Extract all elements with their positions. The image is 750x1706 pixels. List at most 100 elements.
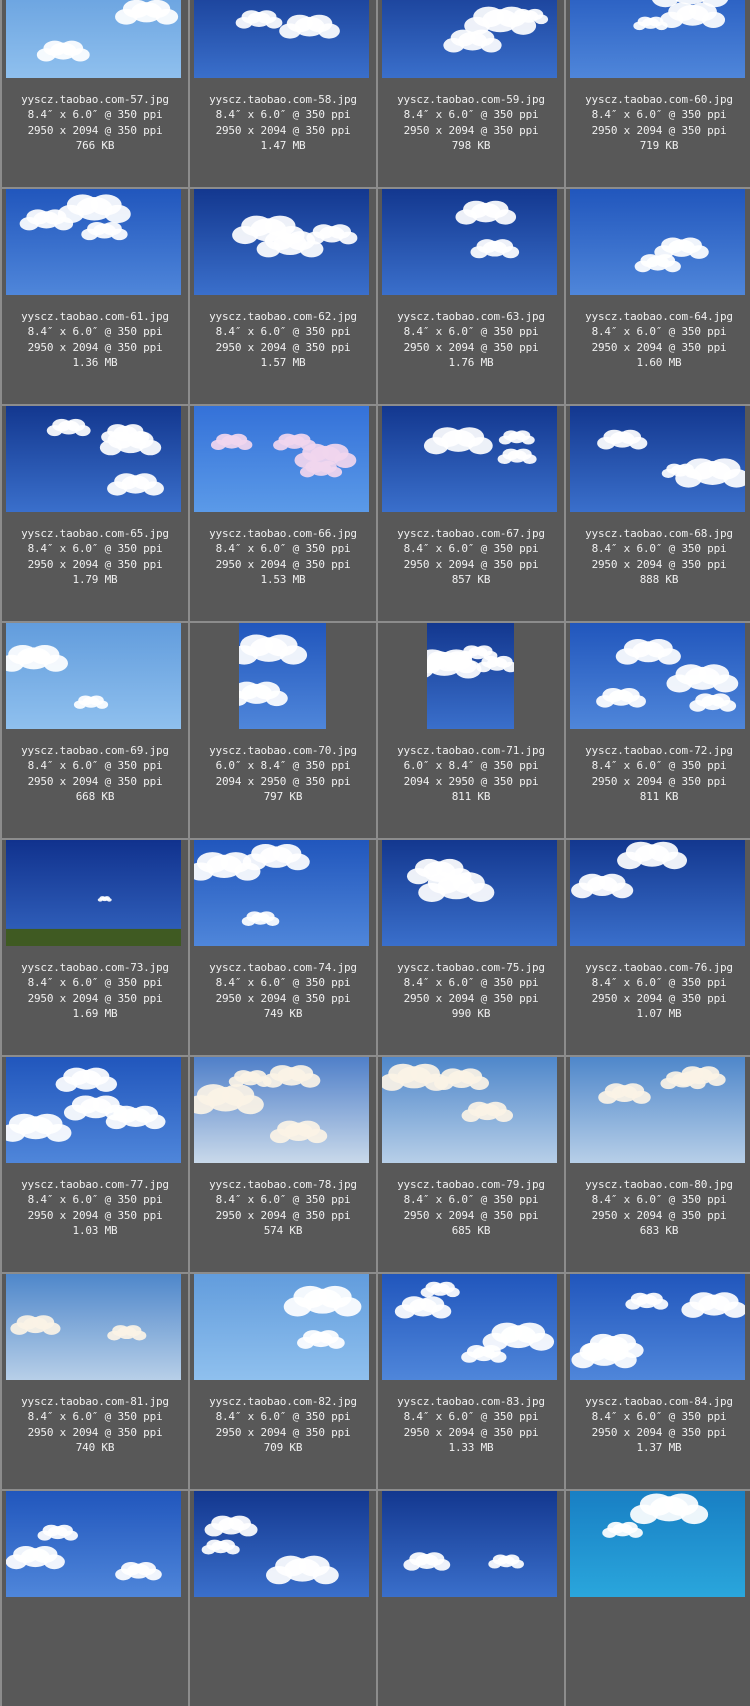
sky-photo-thumbnail[interactable] — [194, 1057, 369, 1163]
file-name — [378, 1611, 564, 1626]
print-size: 8.4″ x 6.0″ @ 350 ppi — [27, 108, 163, 122]
thumbnail-caption: yyscz.taobao.com-70.jpg 6.0″ x 8.4″ @ 350… — [190, 743, 376, 804]
thumbnail-cell[interactable]: yyscz.taobao.com-74.jpg 8.4″ x 6.0″ @ 350… — [190, 840, 376, 1055]
sky-photo-thumbnail[interactable] — [6, 0, 181, 78]
print-size — [566, 1626, 750, 1641]
file-size — [190, 1657, 376, 1672]
thumbnail-cell[interactable]: yyscz.taobao.com-68.jpg 8.4″ x 6.0″ @ 350… — [566, 406, 750, 621]
sky-photo-thumbnail[interactable] — [382, 840, 557, 946]
sky-photo-thumbnail[interactable] — [382, 0, 557, 78]
thumbnail-cell[interactable]: yyscz.taobao.com-78.jpg 8.4″ x 6.0″ @ 350… — [190, 1057, 376, 1272]
sky-photo-thumbnail[interactable] — [570, 406, 745, 512]
file-size: 574 KB — [263, 1223, 303, 1237]
sky-photo-thumbnail[interactable] — [6, 1274, 181, 1380]
sky-photo-thumbnail[interactable] — [194, 0, 369, 78]
thumbnail-cell[interactable]: yyscz.taobao.com-80.jpg 8.4″ x 6.0″ @ 350… — [566, 1057, 750, 1272]
thumbnail-cell[interactable] — [378, 1491, 564, 1706]
thumbnail-cell[interactable]: yyscz.taobao.com-79.jpg 8.4″ x 6.0″ @ 350… — [378, 1057, 564, 1272]
sky-photo-thumbnail[interactable] — [570, 840, 745, 946]
thumbnail-cell[interactable]: yyscz.taobao.com-59.jpg 8.4″ x 6.0″ @ 350… — [378, 0, 564, 187]
thumbnail-cell[interactable]: yyscz.taobao.com-58.jpg 8.4″ x 6.0″ @ 350… — [190, 0, 376, 187]
thumbnail-cell[interactable]: yyscz.taobao.com-83.jpg 8.4″ x 6.0″ @ 350… — [378, 1274, 564, 1489]
sky-photo-thumbnail[interactable] — [6, 623, 181, 729]
thumbnail-cell[interactable]: yyscz.taobao.com-72.jpg 8.4″ x 6.0″ @ 350… — [566, 623, 750, 838]
file-size: 1.57 MB — [260, 355, 306, 369]
thumbnail-caption: yyscz.taobao.com-80.jpg 8.4″ x 6.0″ @ 350… — [566, 1177, 750, 1238]
pixel-dimensions: 2950 x 2094 @ 350 ppi — [591, 1425, 727, 1439]
thumbnail-cell[interactable]: yyscz.taobao.com-71.jpg 6.0″ x 8.4″ @ 350… — [378, 623, 564, 838]
sky-photo-thumbnail[interactable] — [382, 1491, 557, 1597]
thumbnail-cell[interactable]: yyscz.taobao.com-70.jpg 6.0″ x 8.4″ @ 350… — [190, 623, 376, 838]
sky-photo-thumbnail[interactable] — [570, 1274, 745, 1380]
sky-photo-thumbnail[interactable] — [382, 1057, 557, 1163]
pixel-dimensions: 2950 x 2094 @ 350 ppi — [27, 557, 163, 571]
thumbnail-cell[interactable]: yyscz.taobao.com-65.jpg 8.4″ x 6.0″ @ 350… — [2, 406, 188, 621]
thumbnail-cell[interactable]: yyscz.taobao.com-84.jpg 8.4″ x 6.0″ @ 350… — [566, 1274, 750, 1489]
sky-photo-thumbnail[interactable] — [6, 406, 181, 512]
file-size: 990 KB — [451, 1006, 491, 1020]
sky-photo-thumbnail[interactable] — [382, 189, 557, 295]
thumbnail-cell[interactable]: yyscz.taobao.com-63.jpg 8.4″ x 6.0″ @ 350… — [378, 189, 564, 404]
file-name: yyscz.taobao.com-77.jpg — [21, 1178, 169, 1191]
sky-photo-thumbnail[interactable] — [570, 189, 745, 295]
print-size: 8.4″ x 6.0″ @ 350 ppi — [591, 325, 727, 339]
file-name: yyscz.taobao.com-75.jpg — [397, 961, 545, 974]
print-size: 8.4″ x 6.0″ @ 350 ppi — [215, 1193, 351, 1207]
thumbnail-cell[interactable]: yyscz.taobao.com-60.jpg 8.4″ x 6.0″ @ 350… — [566, 0, 750, 187]
file-size: 683 KB — [639, 1223, 679, 1237]
thumbnail-cell[interactable]: yyscz.taobao.com-69.jpg 8.4″ x 6.0″ @ 350… — [2, 623, 188, 838]
sky-photo-thumbnail[interactable] — [6, 189, 181, 295]
thumbnail-caption: yyscz.taobao.com-67.jpg 8.4″ x 6.0″ @ 350… — [378, 526, 564, 587]
sky-photo-thumbnail[interactable] — [194, 840, 369, 946]
file-size: 1.03 MB — [72, 1223, 118, 1237]
file-name: yyscz.taobao.com-62.jpg — [209, 310, 357, 323]
thumbnail-cell[interactable]: yyscz.taobao.com-81.jpg 8.4″ x 6.0″ @ 350… — [2, 1274, 188, 1489]
sky-photo-thumbnail[interactable] — [194, 189, 369, 295]
thumbnail-cell[interactable]: yyscz.taobao.com-67.jpg 8.4″ x 6.0″ @ 350… — [378, 406, 564, 621]
thumbnail-cell[interactable]: yyscz.taobao.com-75.jpg 8.4″ x 6.0″ @ 350… — [378, 840, 564, 1055]
sky-photo-thumbnail[interactable] — [194, 1491, 369, 1597]
file-size: 1.36 MB — [72, 355, 118, 369]
sky-photo-thumbnail[interactable] — [6, 1491, 181, 1597]
thumbnail-cell[interactable]: yyscz.taobao.com-77.jpg 8.4″ x 6.0″ @ 350… — [2, 1057, 188, 1272]
print-size: 8.4″ x 6.0″ @ 350 ppi — [591, 1410, 727, 1424]
file-name: yyscz.taobao.com-70.jpg — [209, 744, 357, 757]
sky-photo-thumbnail[interactable] — [194, 406, 369, 512]
sky-photo-thumbnail[interactable] — [6, 1057, 181, 1163]
sky-photo-thumbnail[interactable] — [382, 1274, 557, 1380]
sky-photo-thumbnail[interactable] — [427, 623, 514, 729]
print-size: 8.4″ x 6.0″ @ 350 ppi — [403, 542, 539, 556]
sky-photo-thumbnail[interactable] — [570, 623, 745, 729]
pixel-dimensions: 2950 x 2094 @ 350 ppi — [215, 1425, 351, 1439]
pixel-dimensions: 2950 x 2094 @ 350 ppi — [591, 991, 727, 1005]
file-name: yyscz.taobao.com-81.jpg — [21, 1395, 169, 1408]
pixel-dimensions: 2950 x 2094 @ 350 ppi — [403, 991, 539, 1005]
thumbnail-cell[interactable]: yyscz.taobao.com-66.jpg 8.4″ x 6.0″ @ 350… — [190, 406, 376, 621]
file-name: yyscz.taobao.com-83.jpg — [397, 1395, 545, 1408]
file-size: 888 KB — [639, 572, 679, 586]
thumbnail-cell[interactable]: yyscz.taobao.com-82.jpg 8.4″ x 6.0″ @ 350… — [190, 1274, 376, 1489]
print-size: 8.4″ x 6.0″ @ 350 ppi — [403, 1193, 539, 1207]
thumbnail-cell[interactable]: yyscz.taobao.com-76.jpg 8.4″ x 6.0″ @ 350… — [566, 840, 750, 1055]
sky-photo-thumbnail[interactable] — [6, 840, 181, 946]
thumbnail-cell[interactable]: yyscz.taobao.com-64.jpg 8.4″ x 6.0″ @ 350… — [566, 189, 750, 404]
print-size: 8.4″ x 6.0″ @ 350 ppi — [591, 108, 727, 122]
thumbnail-cell[interactable] — [190, 1491, 376, 1706]
sky-photo-thumbnail[interactable] — [194, 1274, 369, 1380]
print-size: 8.4″ x 6.0″ @ 350 ppi — [215, 542, 351, 556]
print-size — [378, 1626, 564, 1641]
pixel-dimensions: 2950 x 2094 @ 350 ppi — [27, 340, 163, 354]
thumbnail-cell[interactable] — [566, 1491, 750, 1706]
sky-photo-thumbnail[interactable] — [570, 0, 745, 78]
sky-photo-thumbnail[interactable] — [570, 1057, 745, 1163]
thumbnail-cell[interactable] — [2, 1491, 188, 1706]
thumbnail-cell[interactable]: yyscz.taobao.com-57.jpg 8.4″ x 6.0″ @ 350… — [2, 0, 188, 187]
thumbnail-cell[interactable]: yyscz.taobao.com-73.jpg 8.4″ x 6.0″ @ 350… — [2, 840, 188, 1055]
sky-photo-thumbnail[interactable] — [239, 623, 326, 729]
thumbnail-cell[interactable]: yyscz.taobao.com-61.jpg 8.4″ x 6.0″ @ 350… — [2, 189, 188, 404]
thumbnail-cell[interactable]: yyscz.taobao.com-62.jpg 8.4″ x 6.0″ @ 350… — [190, 189, 376, 404]
file-name: yyscz.taobao.com-58.jpg — [209, 93, 357, 106]
sky-photo-thumbnail[interactable] — [570, 1491, 745, 1597]
file-name — [566, 1611, 750, 1626]
sky-photo-thumbnail[interactable] — [382, 406, 557, 512]
